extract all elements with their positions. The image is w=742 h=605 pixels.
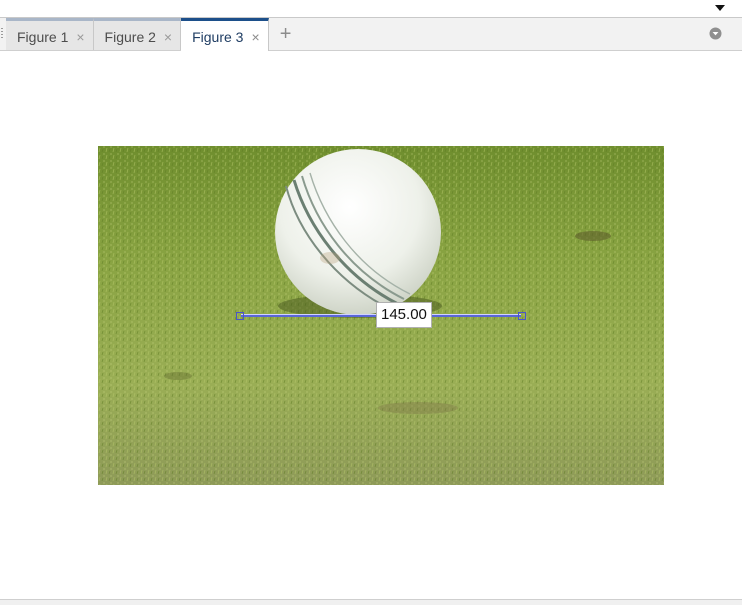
status-strip — [0, 599, 742, 605]
distance-value-label[interactable]: 145.00 — [376, 302, 432, 328]
toolbar-strip — [0, 0, 742, 18]
figure-tab-bar: Figure 1 × Figure 2 × Figure 3 × + — [0, 18, 742, 51]
grip-icon[interactable] — [0, 27, 4, 41]
circle-chevron-down-icon[interactable] — [709, 27, 722, 40]
tab-label: Figure 2 — [104, 28, 156, 45]
tab-figure-3[interactable]: Figure 3 × — [181, 18, 269, 51]
tab-figure-2[interactable]: Figure 2 × — [93, 18, 182, 50]
tab-label: Figure 1 — [17, 28, 69, 45]
figure-window: Figure 1 × Figure 2 × Figure 3 × + 145.0… — [0, 0, 742, 605]
distance-start-handle[interactable] — [236, 312, 244, 320]
distance-end-handle[interactable] — [518, 312, 526, 320]
add-tab-button[interactable]: + — [269, 18, 303, 50]
close-icon[interactable]: × — [76, 30, 84, 44]
close-icon[interactable]: × — [164, 30, 172, 44]
tab-figure-1[interactable]: Figure 1 × — [6, 18, 94, 50]
image-display[interactable]: 145.00 — [98, 146, 664, 485]
tab-label: Figure 3 — [192, 29, 244, 45]
figure-canvas: 145.00 — [0, 51, 742, 599]
close-icon[interactable]: × — [251, 30, 259, 44]
caret-down-icon[interactable] — [714, 3, 726, 13]
tab-list: Figure 1 × Figure 2 × Figure 3 × + — [6, 18, 303, 51]
